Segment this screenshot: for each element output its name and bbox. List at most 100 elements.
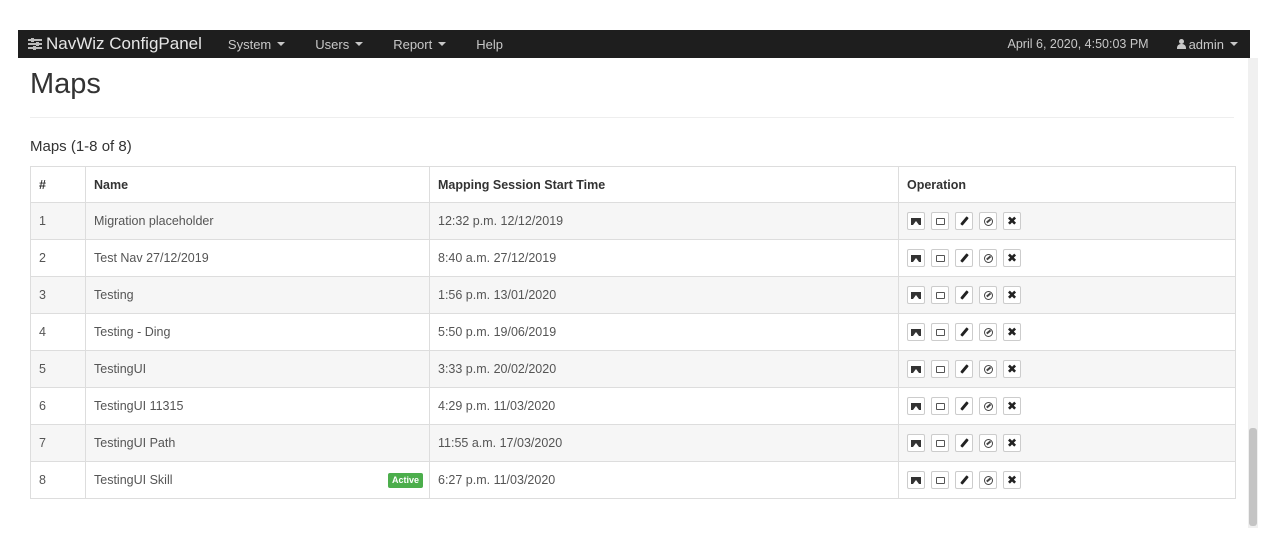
view-image-button[interactable]: [907, 471, 925, 489]
view-image-button[interactable]: [907, 249, 925, 267]
delete-icon: ✖: [1006, 325, 1018, 339]
duplicate-icon: [983, 216, 993, 226]
row-index: 8: [30, 461, 86, 499]
row-start-time: 5:50 p.m. 19/06/2019: [429, 313, 899, 351]
operation-buttons: ✖: [907, 249, 1235, 267]
header-start-time: Mapping Session Start Time: [429, 166, 899, 203]
row-name: Testing: [94, 288, 134, 302]
row-index: 6: [30, 387, 86, 425]
duplicate-button[interactable]: [979, 471, 997, 489]
view-map-button[interactable]: [931, 323, 949, 341]
image-icon: [911, 402, 921, 410]
brand-label: NavWiz ConfigPanel: [46, 34, 202, 53]
pencil-icon: [959, 290, 969, 300]
duplicate-icon: [983, 253, 993, 263]
duplicate-button[interactable]: [979, 360, 997, 378]
table-row: 2 Test Nav 27/12/2019 8:40 a.m. 27/12/2019…: [30, 239, 1236, 277]
nav-report[interactable]: Report: [393, 37, 447, 52]
maps-table: # Name Mapping Session Start Time Operat…: [30, 166, 1236, 499]
delete-button[interactable]: ✖: [1003, 249, 1021, 267]
status-badge: Active: [387, 473, 423, 488]
user-menu[interactable]: admin: [1176, 36, 1238, 52]
view-map-button[interactable]: [931, 434, 949, 452]
duplicate-button[interactable]: [979, 323, 997, 341]
duplicate-icon: [983, 401, 993, 411]
nav-users[interactable]: Users: [315, 37, 364, 52]
edit-button[interactable]: [955, 434, 973, 452]
delete-icon: ✖: [1006, 399, 1018, 413]
row-operations: ✖: [898, 276, 1236, 314]
row-operations: ✖: [898, 461, 1236, 499]
operation-buttons: ✖: [907, 360, 1235, 378]
row-name: Test Nav 27/12/2019: [94, 251, 209, 265]
scrollbar-thumb[interactable]: [1249, 428, 1257, 526]
page-title: Maps: [30, 68, 101, 100]
delete-button[interactable]: ✖: [1003, 323, 1021, 341]
view-image-button[interactable]: [907, 286, 925, 304]
operation-buttons: ✖: [907, 434, 1235, 452]
view-image-button[interactable]: [907, 397, 925, 415]
delete-icon: ✖: [1006, 362, 1018, 376]
image-icon: [911, 365, 921, 373]
duplicate-button[interactable]: [979, 434, 997, 452]
map-icon: [935, 439, 945, 447]
edit-button[interactable]: [955, 323, 973, 341]
nav-system[interactable]: System: [228, 37, 286, 52]
edit-button[interactable]: [955, 471, 973, 489]
map-icon: [935, 254, 945, 262]
row-name-cell: Test Nav 27/12/2019: [85, 239, 430, 277]
operation-buttons: ✖: [907, 212, 1235, 230]
map-icon: [935, 291, 945, 299]
operation-buttons: ✖: [907, 397, 1235, 415]
section-title: Maps (1-8 of 8): [30, 138, 132, 155]
view-image-button[interactable]: [907, 323, 925, 341]
delete-button[interactable]: ✖: [1003, 360, 1021, 378]
edit-button[interactable]: [955, 249, 973, 267]
row-index: 3: [30, 276, 86, 314]
row-start-time: 12:32 p.m. 12/12/2019: [429, 202, 899, 240]
view-image-button[interactable]: [907, 212, 925, 230]
table-row: 1 Migration placeholder 12:32 p.m. 12/12/2…: [30, 202, 1236, 240]
row-operations: ✖: [898, 202, 1236, 240]
duplicate-button[interactable]: [979, 249, 997, 267]
duplicate-button[interactable]: [979, 286, 997, 304]
duplicate-button[interactable]: [979, 212, 997, 230]
view-map-button[interactable]: [931, 286, 949, 304]
view-map-button[interactable]: [931, 471, 949, 489]
view-image-button[interactable]: [907, 434, 925, 452]
edit-button[interactable]: [955, 360, 973, 378]
maps-table-body: 1 Migration placeholder 12:32 p.m. 12/12/2…: [30, 202, 1236, 499]
row-name-cell: TestingUI Path: [85, 424, 430, 462]
image-icon: [911, 476, 921, 484]
map-icon: [935, 328, 945, 336]
delete-icon: ✖: [1006, 288, 1018, 302]
row-name-cell: TestingUI: [85, 350, 430, 388]
brand[interactable]: NavWiz ConfigPanel: [28, 34, 202, 54]
row-operations: ✖: [898, 387, 1236, 425]
maps-table-wrapper: # Name Mapping Session Start Time Operat…: [30, 166, 1236, 499]
delete-button[interactable]: ✖: [1003, 286, 1021, 304]
edit-button[interactable]: [955, 212, 973, 230]
delete-button[interactable]: ✖: [1003, 397, 1021, 415]
edit-button[interactable]: [955, 397, 973, 415]
delete-button[interactable]: ✖: [1003, 212, 1021, 230]
table-row: 5 TestingUI 3:33 p.m. 20/02/2020 ✖: [30, 350, 1236, 388]
table-row: 6 TestingUI 11315 4:29 p.m. 11/03/2020 ✖: [30, 387, 1236, 425]
user-name: admin: [1188, 36, 1224, 52]
pencil-icon: [959, 401, 969, 411]
view-image-button[interactable]: [907, 360, 925, 378]
nav-help[interactable]: Help: [476, 37, 503, 52]
edit-button[interactable]: [955, 286, 973, 304]
delete-button[interactable]: ✖: [1003, 471, 1021, 489]
page-scrollbar[interactable]: [1248, 58, 1258, 528]
view-map-button[interactable]: [931, 360, 949, 378]
duplicate-button[interactable]: [979, 397, 997, 415]
row-start-time: 6:27 p.m. 11/03/2020: [429, 461, 899, 499]
delete-icon: ✖: [1006, 251, 1018, 265]
row-operations: ✖: [898, 350, 1236, 388]
delete-button[interactable]: ✖: [1003, 434, 1021, 452]
view-map-button[interactable]: [931, 212, 949, 230]
view-map-button[interactable]: [931, 249, 949, 267]
operation-buttons: ✖: [907, 471, 1235, 489]
view-map-button[interactable]: [931, 397, 949, 415]
